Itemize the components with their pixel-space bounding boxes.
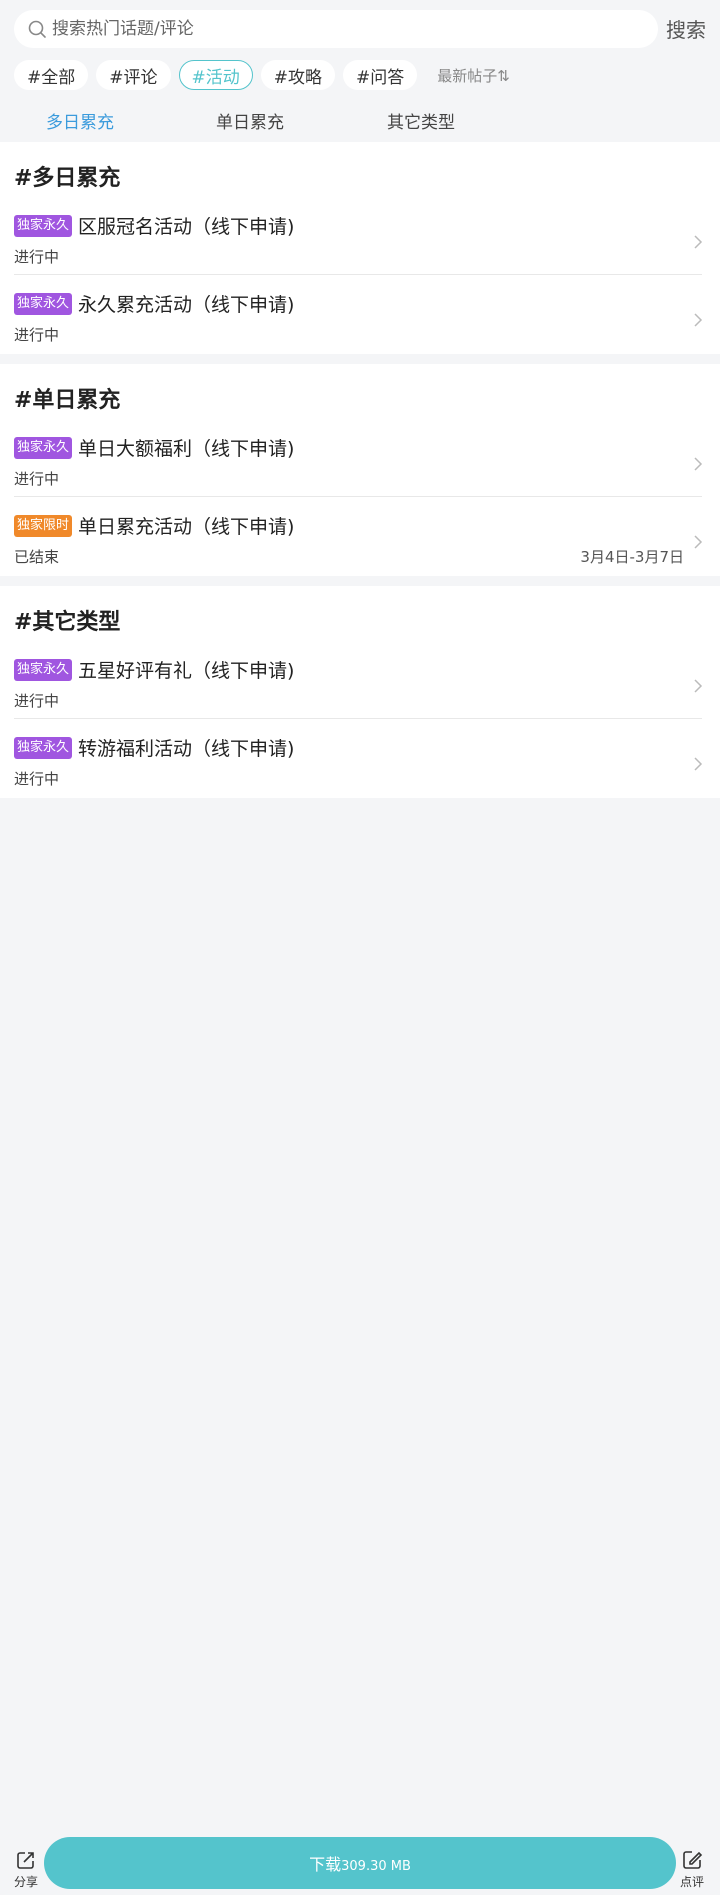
badge-permanent: 独家永久 xyxy=(14,436,73,459)
category-tabs: 多日累充 单日累充 其它类型 xyxy=(0,104,720,140)
download-size: 309.30 MB xyxy=(341,1859,411,1874)
item-title: 五星好评有礼（线下申请) xyxy=(78,660,295,682)
item-status: 进行中 xyxy=(14,692,60,710)
sort-dropdown[interactable]: 最新帖子⇅ xyxy=(437,65,510,86)
item-title: 永久累充活动（线下申请) xyxy=(78,294,295,316)
section-title: #其它类型 xyxy=(14,610,121,635)
review-label: 点评 xyxy=(679,1875,704,1889)
badge-permanent: 独家永久 xyxy=(14,214,73,237)
section-single-day: #单日累充 独家永久 单日大额福利（线下申请) 进行中 独家限时 单日累充活动（… xyxy=(0,364,720,576)
search-input[interactable] xyxy=(52,19,632,39)
search-bar: 搜索 xyxy=(0,0,720,58)
item-title: 区服冠名活动（线下申请) xyxy=(78,216,295,238)
share-label: 分享 xyxy=(13,1875,38,1889)
chevron-right-icon xyxy=(694,313,703,327)
tab-other[interactable]: 其它类型 xyxy=(387,108,455,133)
search-button[interactable]: 搜索 xyxy=(666,14,706,43)
filter-chips: #全部 #评论 #活动 #攻略 #问答 最新帖子⇅ xyxy=(14,59,510,91)
item-status: 进行中 xyxy=(14,326,60,344)
share-icon xyxy=(17,1852,34,1869)
chip-review[interactable]: #评论 xyxy=(96,60,171,90)
tab-single-day[interactable]: 单日累充 xyxy=(216,108,284,133)
item-title: 单日累充活动（线下申请) xyxy=(78,516,295,538)
list-item[interactable]: 独家限时 单日累充活动（线下申请) 已结束 3月4日-3月7日 xyxy=(0,504,720,582)
chip-qa[interactable]: #问答 xyxy=(343,60,418,90)
list-item[interactable]: 独家永久 区服冠名活动（线下申请) 进行中 xyxy=(0,204,720,282)
edit-icon xyxy=(683,1851,703,1869)
item-title: 单日大额福利（线下申请) xyxy=(78,438,295,460)
section-other: #其它类型 独家永久 五星好评有礼（线下申请) 进行中 独家永久 转游福利活动（… xyxy=(0,586,720,798)
tab-multi-day[interactable]: 多日累充 xyxy=(46,108,114,133)
review-button[interactable]: 点评 xyxy=(672,1849,712,1890)
section-title: #单日累充 xyxy=(14,388,121,413)
chip-guide[interactable]: #攻略 xyxy=(260,60,335,90)
item-title: 转游福利活动（线下申请) xyxy=(78,738,295,760)
list-item[interactable]: 独家永久 永久累充活动（线下申请) 进行中 xyxy=(0,282,720,360)
chevron-right-icon xyxy=(694,457,703,471)
item-status: 已结束 xyxy=(14,548,60,566)
list-item[interactable]: 独家永久 转游福利活动（线下申请) 进行中 xyxy=(0,726,720,804)
bottom-bar: 分享 下载309.30 MB 点评 xyxy=(0,1835,720,1895)
download-button[interactable]: 下载309.30 MB xyxy=(44,1837,676,1889)
section-title: #多日累充 xyxy=(14,166,121,191)
list-item[interactable]: 独家永久 五星好评有礼（线下申请) 进行中 xyxy=(0,648,720,726)
search-box[interactable] xyxy=(14,10,658,48)
item-status: 进行中 xyxy=(14,470,60,488)
badge-limited: 独家限时 xyxy=(14,514,73,537)
divider xyxy=(14,718,702,719)
sort-label: 最新帖子⇅ xyxy=(437,66,510,85)
search-icon xyxy=(26,18,48,40)
chevron-right-icon xyxy=(694,679,703,693)
share-button[interactable]: 分享 xyxy=(6,1849,46,1890)
chevron-right-icon xyxy=(694,757,703,771)
chip-activity[interactable]: #活动 xyxy=(178,60,253,90)
badge-permanent: 独家永久 xyxy=(14,292,73,315)
divider xyxy=(14,274,702,275)
badge-permanent: 独家永久 xyxy=(14,736,73,759)
item-status: 进行中 xyxy=(14,248,60,266)
section-multi-day: #多日累充 独家永久 区服冠名活动（线下申请) 进行中 独家永久 永久累充活动（… xyxy=(0,142,720,354)
list-item[interactable]: 独家永久 单日大额福利（线下申请) 进行中 xyxy=(0,426,720,504)
chip-all[interactable]: #全部 xyxy=(14,60,89,90)
chevron-right-icon xyxy=(694,235,703,249)
item-date: 3月4日-3月7日 xyxy=(580,548,684,566)
download-label: 下载 xyxy=(309,1855,342,1874)
item-status: 进行中 xyxy=(14,770,60,788)
chevron-right-icon xyxy=(694,535,703,549)
divider xyxy=(14,496,702,497)
badge-permanent: 独家永久 xyxy=(14,658,73,681)
